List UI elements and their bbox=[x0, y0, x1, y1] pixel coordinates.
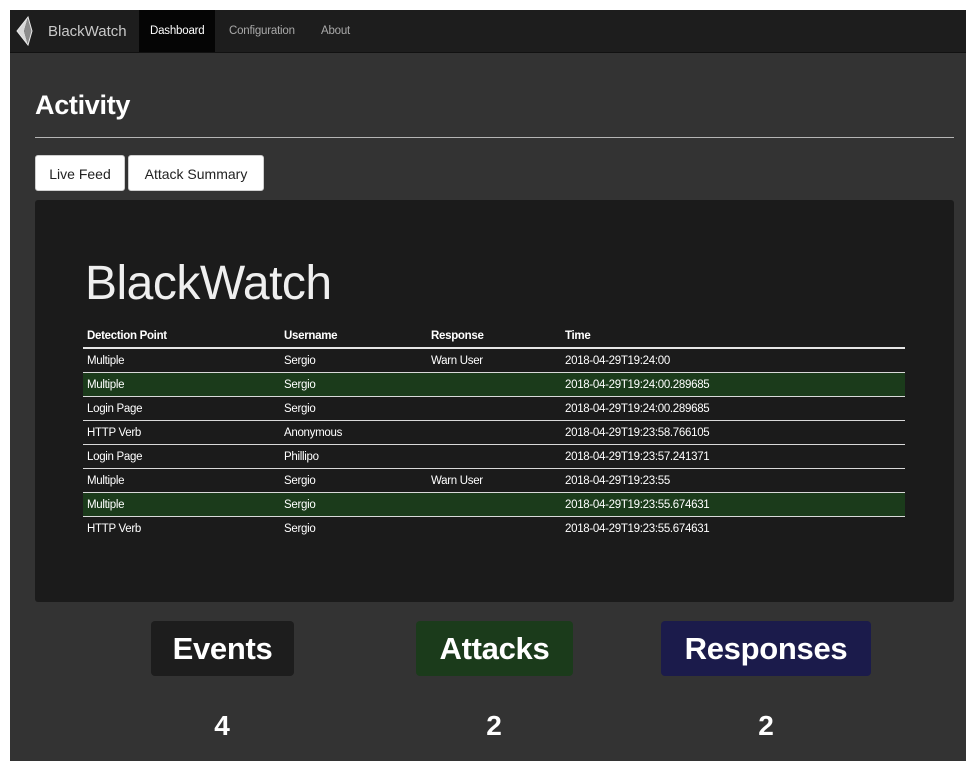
cell-time: 2018-04-29T19:24:00 bbox=[561, 348, 905, 373]
table-row: Multiple Sergio Warn User 2018-04-29T19:23:… bbox=[83, 468, 905, 493]
feed-title: BlackWatch bbox=[85, 257, 332, 310]
table-row: Multiple Sergio 2018-04-29T19:24:00.289685 bbox=[83, 372, 905, 397]
nav-item-about[interactable]: About bbox=[310, 10, 361, 52]
table-header-row: Detection Point Username Response Time bbox=[83, 325, 905, 349]
title-divider bbox=[35, 137, 954, 138]
column-header-time: Time bbox=[561, 325, 905, 349]
page-title: Activity bbox=[35, 90, 131, 120]
table-row: HTTP Verb Sergio 2018-04-29T19:23:55.67463… bbox=[83, 516, 905, 540]
cell-username: Anonymous bbox=[280, 420, 427, 445]
cell-response bbox=[427, 444, 561, 469]
cell-response: Warn User bbox=[427, 468, 561, 493]
events-summary-label: Events bbox=[151, 621, 294, 676]
nav-item-configuration[interactable]: Configuration bbox=[218, 10, 306, 52]
cell-time: 2018-04-29T19:23:57.241371 bbox=[561, 444, 905, 469]
cell-response bbox=[427, 372, 561, 397]
cell-response bbox=[427, 516, 561, 540]
cell-response bbox=[427, 396, 561, 421]
cell-detection-point: HTTP Verb bbox=[83, 516, 280, 540]
cell-username: Sergio bbox=[280, 372, 427, 397]
cell-time: 2018-04-29T19:23:55.674631 bbox=[561, 492, 905, 517]
cell-response bbox=[427, 420, 561, 445]
cell-time: 2018-04-29T19:24:00.289685 bbox=[561, 372, 905, 397]
cell-username: Phillipo bbox=[280, 444, 427, 469]
attacks-count: 2 bbox=[486, 710, 502, 741]
cell-time: 2018-04-29T19:23:55.674631 bbox=[561, 516, 905, 540]
cell-detection-point: Multiple bbox=[83, 348, 280, 373]
column-header-response: Response bbox=[427, 325, 561, 349]
responses-summary-label: Responses bbox=[661, 621, 871, 676]
responses-count: 2 bbox=[758, 710, 774, 741]
live-feed-panel: BlackWatch Detection Point Username Resp… bbox=[35, 200, 954, 602]
blackwatch-logo-icon[interactable] bbox=[14, 15, 34, 47]
attacks-summary-label: Attacks bbox=[416, 621, 573, 676]
cell-detection-point: Multiple bbox=[83, 372, 280, 397]
cell-detection-point: Login Page bbox=[83, 396, 280, 421]
cell-response bbox=[427, 492, 561, 517]
tab-live-feed[interactable]: Live Feed bbox=[35, 155, 125, 191]
navbar-brand[interactable]: BlackWatch bbox=[48, 23, 127, 40]
navbar: BlackWatch Dashboard Configuration About bbox=[10, 10, 966, 53]
cell-detection-point: HTTP Verb bbox=[83, 420, 280, 445]
table-row: Multiple Sergio 2018-04-29T19:23:55.674631 bbox=[83, 492, 905, 517]
nav-item-dashboard[interactable]: Dashboard bbox=[139, 10, 216, 52]
table-row: HTTP Verb Anonymous 2018-04-29T19:23:58.76… bbox=[83, 420, 905, 445]
cell-username: Sergio bbox=[280, 396, 427, 421]
cell-detection-point: Multiple bbox=[83, 492, 280, 517]
cell-username: Sergio bbox=[280, 516, 427, 540]
table-row: Login Page Phillipo 2018-04-29T19:23:57.24… bbox=[83, 444, 905, 469]
tab-attack-summary[interactable]: Attack Summary bbox=[128, 155, 264, 191]
cell-username: Sergio bbox=[280, 492, 427, 517]
table-row: Login Page Sergio 2018-04-29T19:24:00.2896… bbox=[83, 396, 905, 421]
cell-time: 2018-04-29T19:23:55 bbox=[561, 468, 905, 493]
cell-time: 2018-04-29T19:23:58.766105 bbox=[561, 420, 905, 445]
cell-detection-point: Multiple bbox=[83, 468, 280, 493]
activity-table: Detection Point Username Response Time M… bbox=[83, 325, 905, 540]
table-row: Multiple Sergio Warn User 2018-04-29T19:24:… bbox=[83, 348, 905, 373]
cell-response: Warn User bbox=[427, 348, 561, 373]
cell-username: Sergio bbox=[280, 468, 427, 493]
app-window: BlackWatch Dashboard Configuration About… bbox=[10, 10, 966, 761]
cell-detection-point: Login Page bbox=[83, 444, 280, 469]
events-count: 4 bbox=[214, 710, 230, 741]
cell-time: 2018-04-29T19:24:00.289685 bbox=[561, 396, 905, 421]
cell-username: Sergio bbox=[280, 348, 427, 373]
column-header-username: Username bbox=[280, 325, 427, 349]
column-header-detection-point: Detection Point bbox=[83, 325, 280, 349]
